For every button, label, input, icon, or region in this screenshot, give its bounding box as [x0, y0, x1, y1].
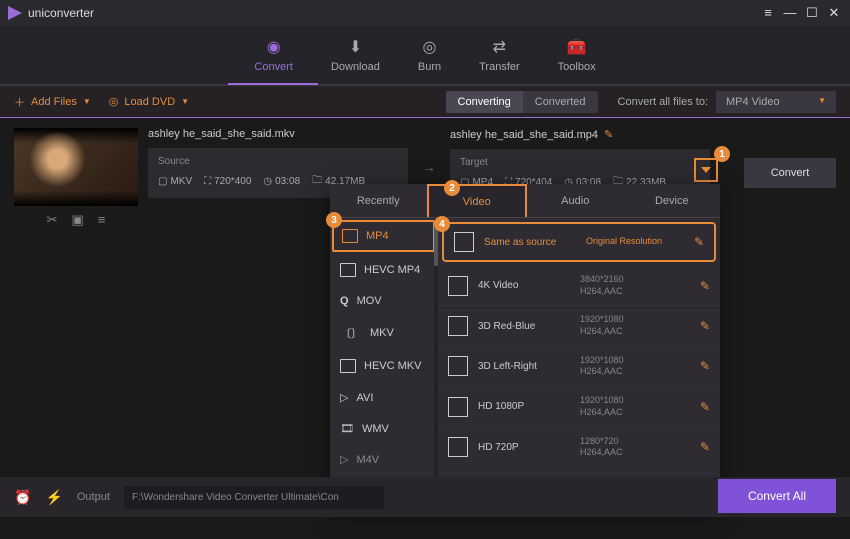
transfer-icon: ⇄ [489, 37, 509, 57]
preset-3d-redblue[interactable]: 3D Red-Blue 1920*1080 H264,AAC ✎ [438, 306, 720, 346]
window-menu-button[interactable]: ≡ [760, 5, 776, 21]
chevron-down-icon: ▼ [181, 97, 189, 106]
seg-converted[interactable]: Converted [523, 91, 598, 113]
format-mkv[interactable]: 〔〕MKV [330, 316, 437, 350]
format-avi[interactable]: ▷AVI [330, 382, 437, 413]
format-popup: Recently Video Audio Device MP4 HEVC MP4… [330, 184, 720, 512]
callout-badge-2: 2 [444, 180, 460, 196]
power-icon[interactable]: ⚡ [45, 489, 62, 506]
convert-all-label: Convert all files to: [618, 96, 708, 108]
target-filename: ashley he_said_she_said.mp4 ✎ [450, 128, 710, 141]
preset-icon [454, 232, 474, 252]
format-mp4[interactable]: MP4 [332, 220, 435, 252]
video-thumbnail[interactable] [14, 128, 138, 206]
clock-icon[interactable]: ⏰ [14, 489, 31, 506]
edit-preset-icon[interactable]: ✎ [700, 359, 710, 373]
preset-3d-leftright[interactable]: 3D Left-Right 1920*1080 H264,AAC ✎ [438, 347, 720, 387]
film-icon [342, 229, 358, 243]
popup-tab-video[interactable]: Video [427, 184, 528, 217]
convert-all-button[interactable]: Convert All [718, 479, 836, 513]
crop-icon[interactable]: ▣ [72, 212, 84, 228]
arrow-icon: → [422, 159, 436, 175]
download-icon: ⬇ [345, 37, 365, 57]
disc-icon: ◎ [109, 95, 119, 108]
edit-name-icon[interactable]: ✎ [604, 128, 613, 141]
window-maximize-button[interactable]: ☐ [804, 5, 820, 21]
tab-download[interactable]: ⬇ Download [331, 37, 380, 73]
format-hevc-mp4[interactable]: HEVC MP4 [330, 254, 437, 286]
duration: ◷03:08 [263, 176, 300, 187]
convert-icon: ◉ [264, 37, 284, 57]
edit-preset-icon[interactable]: ✎ [694, 235, 704, 249]
edit-preset-icon[interactable]: ✎ [700, 400, 710, 414]
burn-icon: ◎ [419, 37, 439, 57]
status-segment: Converting Converted [446, 91, 598, 113]
format-list: MP4 HEVC MP4 QMOV 〔〕MKV HEVC MKV ▷AVI 🎞W… [330, 218, 438, 482]
chevron-down-icon: ▼ [83, 97, 91, 106]
tab-convert[interactable]: ◉ Convert [254, 37, 293, 73]
format-m4v[interactable]: ▷M4V [330, 444, 437, 475]
scrollbar[interactable] [434, 222, 438, 480]
app-title: uniconverter [28, 6, 94, 20]
format-wmv[interactable]: 🎞WMV [330, 413, 437, 444]
callout-badge-3: 3 [326, 212, 342, 228]
chevron-down-icon [701, 167, 711, 173]
tab-underline [228, 83, 318, 85]
edit-preset-icon[interactable]: ✎ [700, 440, 710, 454]
format-hevc-mkv[interactable]: HEVC MKV [330, 350, 437, 382]
window-close-button[interactable]: ✕ [826, 5, 842, 21]
source-filename: ashley he_said_she_said.mkv [148, 128, 408, 140]
preset-hd1080[interactable]: HD 1080P 1920*1080 H264,AAC ✎ [438, 387, 720, 427]
preset-list: Same as source Original Resolution ✎ 4K … [438, 218, 720, 482]
preset-4k[interactable]: 4K Video 3840*2160 H264,AAC ✎ [438, 266, 720, 306]
format-badge: ▢MKV [158, 176, 192, 187]
chevron-down-icon: ▼ [818, 96, 826, 108]
preset-hd720[interactable]: HD 720P 1280*720 H264,AAC ✎ [438, 428, 720, 467]
edit-preset-icon[interactable]: ✎ [700, 319, 710, 333]
edit-preset-icon[interactable]: ✎ [700, 279, 710, 293]
target-format-dropdown[interactable] [694, 158, 718, 182]
tab-burn[interactable]: ◎ Burn [418, 37, 441, 73]
callout-badge-1: 1 [714, 146, 730, 162]
add-files-button[interactable]: ＋ Add Files ▼ [14, 94, 91, 110]
convert-all-format-select[interactable]: MP4 Video ▼ [716, 91, 836, 113]
preset-icon [448, 276, 468, 296]
preset-icon [448, 437, 468, 457]
output-path-field[interactable]: F:\Wondershare Video Converter Ultimate\… [124, 486, 384, 509]
preset-icon [448, 397, 468, 417]
toolbar: ＋ Add Files ▼ ◎ Load DVD ▼ Converting Co… [0, 86, 850, 118]
scrollbar-thumb[interactable] [434, 226, 438, 266]
titlebar: uniconverter ≡ — ☐ ✕ [0, 0, 850, 26]
popup-tab-audio[interactable]: Audio [527, 184, 624, 217]
trim-icon[interactable]: ✂ [47, 212, 58, 228]
callout-badge-4: 4 [434, 216, 450, 232]
film-icon [340, 359, 356, 373]
effects-icon[interactable]: ≡ [98, 212, 106, 228]
window-minimize-button[interactable]: — [782, 5, 798, 21]
popup-tab-device[interactable]: Device [624, 184, 721, 217]
toolbox-icon: 🧰 [567, 37, 587, 57]
tab-transfer[interactable]: ⇄ Transfer [479, 37, 520, 73]
preset-same-as-source[interactable]: Same as source Original Resolution ✎ [442, 222, 716, 262]
resolution: ⛶720*400 [204, 176, 251, 187]
popup-tab-recently[interactable]: Recently [330, 184, 427, 217]
load-dvd-button[interactable]: ◎ Load DVD ▼ [109, 95, 189, 108]
tab-toolbox[interactable]: 🧰 Toolbox [558, 37, 596, 73]
convert-button[interactable]: Convert [744, 158, 836, 188]
seg-converting[interactable]: Converting [446, 91, 523, 113]
plus-icon: ＋ [14, 94, 25, 110]
main-tabs: ◉ Convert ⬇ Download ◎ Burn ⇄ Transfer 🧰… [0, 26, 850, 86]
format-mov[interactable]: QMOV [330, 286, 437, 316]
preset-icon [448, 316, 468, 336]
preset-icon [448, 356, 468, 376]
app-logo [8, 6, 22, 20]
film-icon [340, 263, 356, 277]
output-label: Output [77, 491, 110, 503]
